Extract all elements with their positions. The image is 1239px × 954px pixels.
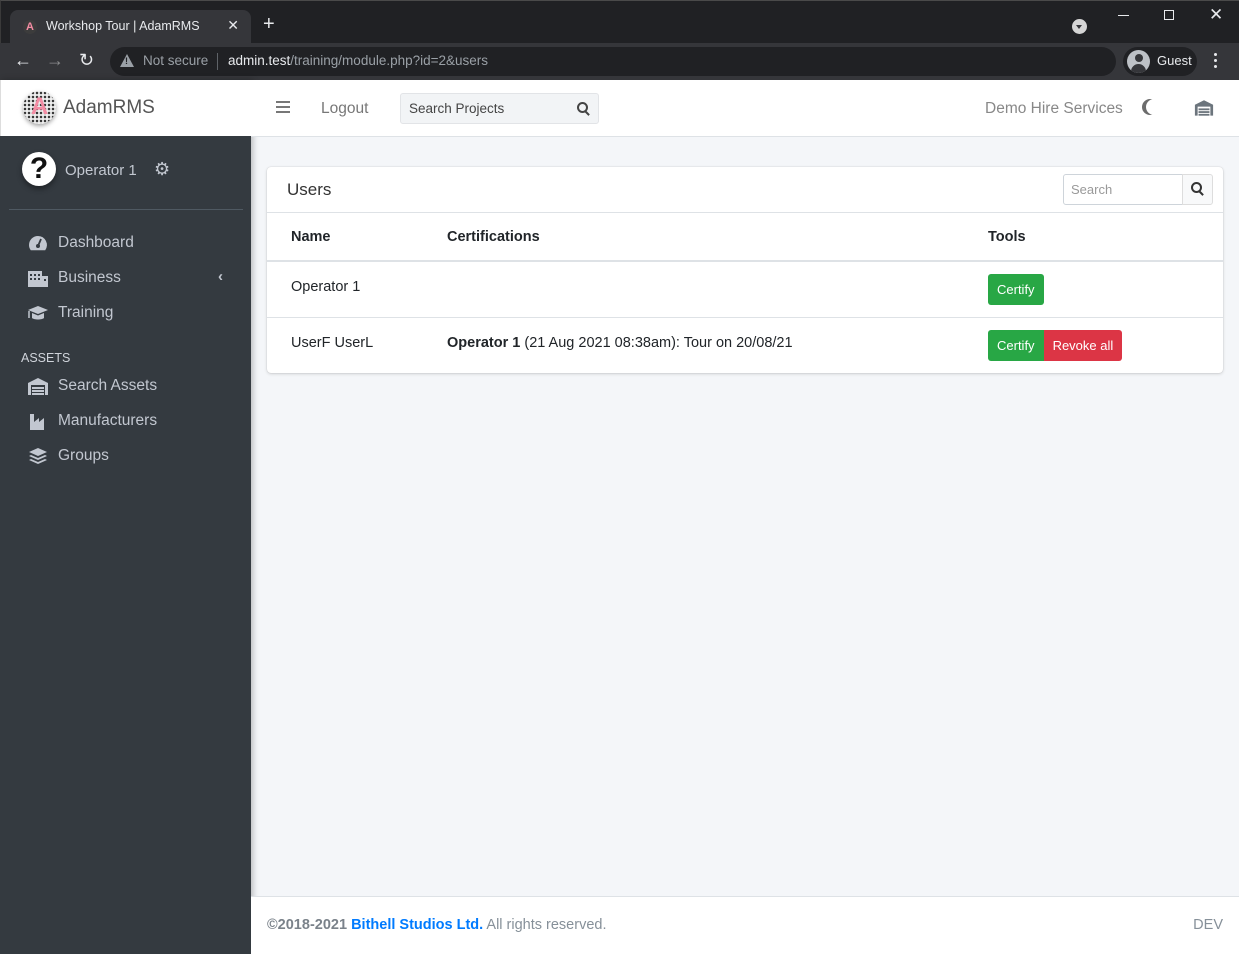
security-label[interactable]: Not secure: [143, 53, 208, 68]
rights-text: All rights reserved.: [483, 917, 607, 933]
brand-logo-icon: A: [23, 91, 56, 124]
sidebar-item-label: Manufacturers: [58, 412, 158, 429]
sidebar-item-groups[interactable]: Groups: [0, 439, 251, 474]
table-row: UserF UserL Operator 1 (21 Aug 2021 08:3…: [267, 317, 1223, 373]
app: A AdamRMS ? Operator 1 ⚙ Dashboard Busin…: [0, 80, 1239, 954]
layer-group-icon: [29, 448, 47, 464]
brand-name: AdamRMS: [63, 97, 155, 118]
address-bar[interactable]: Not secure admin.test/training/module.ph…: [110, 47, 1116, 76]
column-header-certifications: Certifications: [447, 213, 988, 262]
certification-details: (21 Aug 2021 08:38am): Tour on 20/08/21: [520, 334, 793, 351]
sidebar-item-label: Dashboard: [58, 234, 134, 251]
sidebar-item-label: Business: [58, 269, 121, 286]
users-search-button[interactable]: [1182, 174, 1213, 205]
user-avatar[interactable]: ?: [22, 152, 56, 186]
sidebar-item-training[interactable]: Training: [0, 296, 251, 331]
minimize-icon[interactable]: [1118, 15, 1129, 16]
revoke-all-button[interactable]: Revoke all: [1043, 329, 1123, 361]
search-projects-input[interactable]: [401, 94, 566, 123]
window-close-icon[interactable]: ✕: [1209, 5, 1223, 25]
browser-toolbar: ← → ↻ Not secure admin.test/training/mod…: [0, 43, 1239, 80]
industry-icon: [30, 414, 44, 430]
company-link[interactable]: Bithell Studios Ltd.: [351, 917, 483, 933]
sidebar-item-label: Training: [58, 304, 114, 321]
column-header-tools: Tools: [988, 213, 1223, 262]
column-header-name: Name: [267, 213, 447, 262]
browser-tab[interactable]: A Workshop Tour | AdamRMS ✕: [10, 10, 251, 44]
user-panel: ? Operator 1 ⚙: [9, 136, 243, 210]
certify-button[interactable]: Certify: [988, 329, 1044, 361]
sidebar-nav: Dashboard Business ‹ Training ASSETS Sea…: [0, 226, 251, 474]
chevron-left-icon: ‹: [218, 268, 223, 285]
tools-cell: Certify: [988, 274, 1044, 305]
project-search: [400, 93, 599, 124]
dark-mode-moon-icon[interactable]: [1146, 99, 1162, 115]
sidebar: A AdamRMS ? Operator 1 ⚙ Dashboard Busin…: [0, 80, 251, 954]
sidebar-item-search-assets[interactable]: Search Assets: [0, 369, 251, 404]
building-icon: [28, 271, 48, 287]
sidebar-item-business[interactable]: Business ‹: [0, 261, 251, 296]
hamburger-menu-icon[interactable]: [276, 101, 290, 116]
sidebar-section-header: ASSETS: [21, 351, 71, 365]
users-table: Name Certifications Tools Operator 1 Cer…: [267, 213, 1223, 373]
table-header-row: Name Certifications Tools: [267, 213, 1223, 262]
sidebar-item-dashboard[interactable]: Dashboard: [0, 226, 251, 261]
users-search: [1063, 174, 1213, 205]
new-tab-icon[interactable]: +: [263, 14, 275, 34]
top-navbar: Logout Demo Hire Services: [251, 80, 1239, 137]
user-name-cell: Operator 1: [291, 279, 361, 295]
close-tab-icon[interactable]: ✕: [227, 17, 239, 34]
certify-button[interactable]: Certify: [988, 274, 1044, 305]
search-icon: [1191, 182, 1204, 195]
tachometer-icon: [29, 236, 47, 251]
forward-icon[interactable]: →: [46, 50, 64, 70]
back-icon[interactable]: ←: [14, 50, 32, 70]
tab-search-icon[interactable]: [1072, 19, 1087, 34]
environment-label: DEV: [1193, 917, 1223, 933]
reload-icon[interactable]: ↻: [79, 50, 94, 70]
url-text[interactable]: admin.test/training/module.php?id=2&user…: [228, 53, 488, 68]
url-host: admin.test: [228, 53, 291, 68]
user-name[interactable]: Operator 1: [65, 162, 137, 179]
search-icon[interactable]: [577, 102, 590, 115]
sidebar-item-label: Groups: [58, 447, 109, 464]
user-avatar-icon: [1127, 50, 1150, 73]
tab-title: Workshop Tour | AdamRMS: [46, 19, 200, 33]
sidebar-item-label: Search Assets: [58, 377, 158, 394]
card-header: Users: [267, 167, 1223, 213]
sidebar-item-manufacturers[interactable]: Manufacturers: [0, 404, 251, 439]
browser-titlebar: A Workshop Tour | AdamRMS ✕ + ✕: [0, 0, 1239, 44]
url-path: /training/module.php?id=2&users: [290, 53, 489, 68]
graduation-cap-icon: [28, 306, 48, 320]
tools-cell: Certify Revoke all: [988, 329, 1123, 361]
profile-label: Guest: [1157, 53, 1192, 68]
table-row: Operator 1 Certify: [267, 261, 1223, 318]
organisation-name[interactable]: Demo Hire Services: [985, 100, 1123, 118]
footer: ©2018-2021 Bithell Studios Ltd. All righ…: [251, 896, 1239, 954]
footer-copyright: ©2018-2021 Bithell Studios Ltd. All righ…: [267, 917, 606, 933]
certifier-name: Operator 1: [447, 334, 521, 351]
certifications-cell: [447, 262, 988, 279]
brand-link[interactable]: A AdamRMS: [0, 80, 251, 136]
warehouse-icon: [28, 378, 48, 395]
card-title: Users: [287, 180, 332, 199]
users-search-input[interactable]: [1063, 174, 1183, 205]
profile-button[interactable]: Guest: [1123, 47, 1197, 76]
certifications-cell: Operator 1 (21 Aug 2021 08:38am): Tour o…: [447, 318, 988, 351]
warehouse-icon[interactable]: [1194, 99, 1214, 116]
copyright-years: ©2018-2021: [267, 917, 348, 933]
more-menu-icon[interactable]: [1214, 53, 1218, 71]
url-separator: [217, 53, 218, 70]
user-name-cell: UserF UserL: [291, 334, 374, 351]
gear-icon[interactable]: ⚙: [154, 159, 170, 180]
warning-icon: [120, 54, 134, 67]
maximize-icon[interactable]: [1164, 10, 1174, 20]
favicon-icon: A: [23, 20, 37, 34]
logout-link[interactable]: Logout: [321, 100, 368, 118]
users-card: Users Name Certifications Tools Operator…: [267, 167, 1223, 373]
